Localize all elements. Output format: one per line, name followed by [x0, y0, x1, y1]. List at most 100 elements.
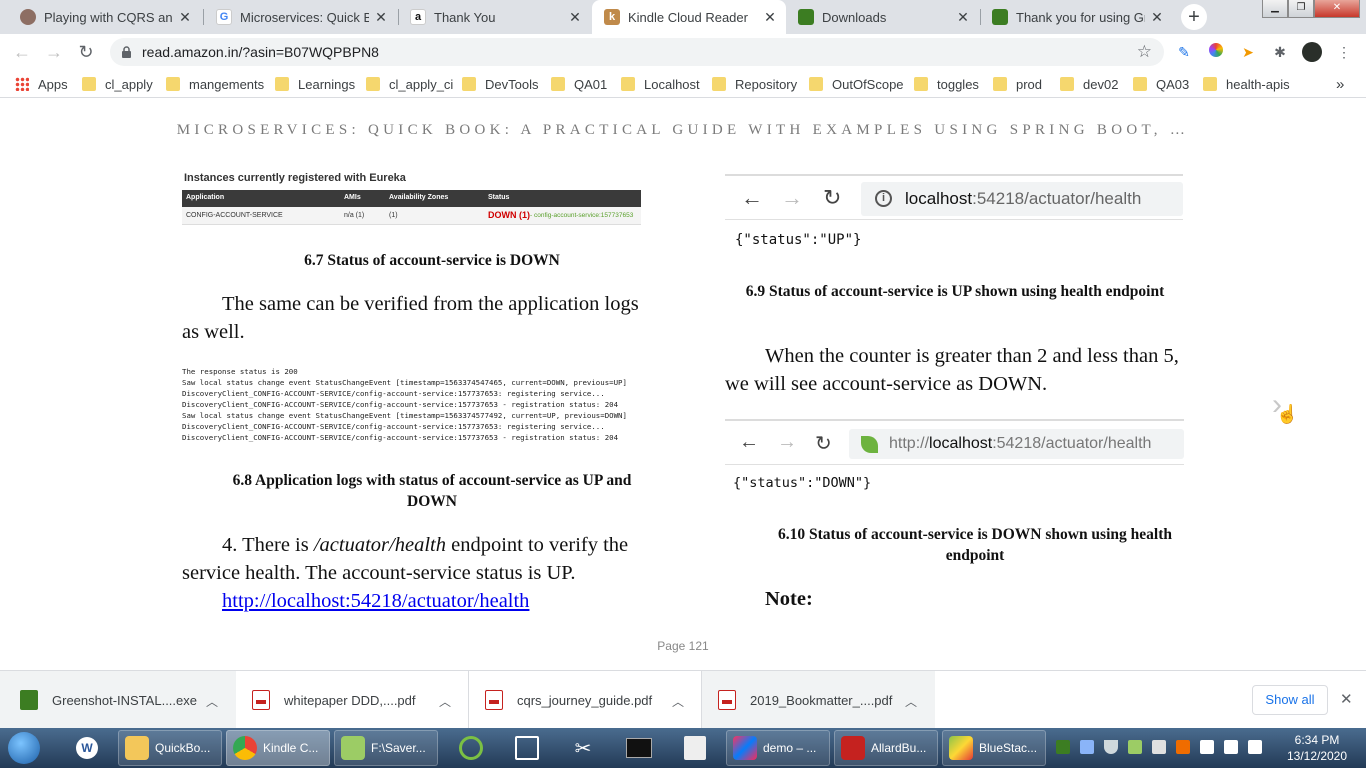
pen-extension-icon[interactable]: ✎ — [1174, 42, 1194, 62]
layers-tray-icon[interactable] — [1128, 740, 1142, 754]
close-icon[interactable]: ✕ — [1340, 690, 1353, 708]
tab-playing-with-cqrs[interactable]: Playing with CQRS and E ✕ — [8, 0, 201, 34]
bookmark-folder[interactable]: QA03 — [1133, 70, 1189, 98]
bookmark-folder[interactable]: prod — [993, 70, 1042, 98]
status-down-cell: DOWN (1) — [488, 210, 530, 220]
bookmark-folder[interactable]: cl_apply — [82, 70, 153, 98]
system-clock[interactable]: 6:34 PM 13/12/2020 — [1274, 732, 1360, 764]
url-host: localhost — [929, 435, 993, 452]
bookmark-label: Localhost — [644, 76, 700, 92]
log-line: DiscoveryClient_CONFIG-ACCOUNT-SERVICE/c… — [182, 433, 619, 442]
bookmark-folder[interactable]: OutOfScope — [809, 70, 904, 98]
health-endpoint-link[interactable]: http://localhost:54218/actuator/health — [222, 590, 529, 612]
forward-button[interactable]: → — [42, 40, 66, 64]
tab-title: Microservices: Quick Boo — [240, 9, 369, 25]
taskbar-item[interactable]: Kindle C... — [226, 730, 330, 766]
close-icon[interactable]: ✕ — [567, 9, 583, 26]
download-item[interactable]: whitepaper DDD,....pdf ︿ — [236, 671, 469, 729]
display-tray-icon[interactable] — [1224, 740, 1238, 754]
bookmark-folder[interactable]: toggles — [914, 70, 979, 98]
start-button[interactable] — [4, 730, 44, 766]
bookmark-apps[interactable]: Apps — [15, 70, 68, 98]
taskbar-label: AllardBu... — [871, 741, 927, 755]
show-all-button[interactable]: Show all — [1252, 685, 1328, 715]
bookmark-folder[interactable]: dev02 — [1060, 70, 1118, 98]
log-line: DiscoveryClient_CONFIG-ACCOUNT-SERVICE/c… — [182, 400, 619, 409]
taskbar-item[interactable]: demo – ... — [726, 730, 830, 766]
flag-icon[interactable] — [1200, 740, 1214, 754]
paragraph-text: When the counter is greater than 2 and l… — [725, 345, 1179, 395]
bookmark-folder[interactable]: Learnings — [275, 70, 355, 98]
new-tab-button[interactable]: + — [1181, 4, 1207, 30]
volume-mute-icon[interactable] — [1176, 740, 1190, 754]
minimize-button[interactable]: ▁ — [1262, 0, 1288, 18]
close-icon[interactable]: ✕ — [955, 9, 971, 26]
close-icon[interactable]: ✕ — [1149, 9, 1165, 26]
taskbar-item[interactable]: F:\Saver... — [334, 730, 438, 766]
download-name: cqrs_journey_guide.pdf — [517, 692, 653, 708]
color-wheel-extension-icon[interactable] — [1206, 42, 1226, 62]
pinned-app[interactable]: ✂ — [566, 730, 600, 766]
reload-icon: ↻ — [823, 185, 842, 210]
taskbar-label: Kindle C... — [263, 741, 319, 755]
taskbar-item[interactable]: QuickBo... — [118, 730, 222, 766]
back-arrow-icon: ← — [741, 185, 763, 210]
pinned-app[interactable] — [454, 730, 488, 766]
reload-button[interactable]: ↻ — [74, 40, 98, 64]
address-bar[interactable]: read.amazon.in/?asin=B07WQPBPN8 ☆ — [110, 38, 1164, 66]
paragraph-actuator: 4. There is /actuator/health endpoint to… — [182, 531, 652, 587]
eureka-figure: Instances currently registered with Eure… — [182, 170, 641, 228]
tab-thank-you[interactable]: a Thank You ✕ — [398, 0, 591, 34]
close-icon[interactable]: ✕ — [177, 9, 193, 26]
close-icon[interactable]: ✕ — [762, 9, 778, 26]
bookmark-folder[interactable]: Localhost — [621, 70, 700, 98]
shield-icon[interactable] — [1104, 740, 1118, 754]
close-window-button[interactable]: ✕ — [1314, 0, 1360, 18]
forward-arrow-icon: → — [781, 185, 803, 210]
taskbar-item[interactable]: AllardBu... — [834, 730, 938, 766]
command-prompt-icon — [626, 738, 652, 758]
tab-downloads[interactable]: Downloads ✕ — [786, 0, 979, 34]
bookmark-folder[interactable]: DevTools — [462, 70, 538, 98]
bookmark-folder[interactable]: mangements — [166, 70, 264, 98]
chevron-up-icon[interactable]: ︿ — [672, 693, 684, 710]
chevron-up-icon[interactable]: ︿ — [206, 693, 218, 710]
download-item[interactable]: 2019_Bookmatter_....pdf ︿ — [702, 671, 935, 729]
pdf-icon — [841, 736, 865, 760]
bookmark-label: Repository — [735, 76, 798, 92]
profile-avatar-icon[interactable] — [1302, 42, 1322, 62]
menu-icon[interactable]: ⋮ — [1334, 42, 1354, 62]
maximize-button[interactable]: ❐ — [1288, 0, 1314, 18]
bookmark-label: cl_apply — [105, 76, 153, 92]
download-item[interactable]: Greenshot-INSTAL....exe ︿ — [0, 671, 236, 729]
pinned-app[interactable] — [622, 730, 656, 766]
greenshot-tray-icon[interactable] — [1056, 740, 1070, 754]
back-button[interactable]: ← — [10, 40, 34, 64]
bookmark-folder[interactable]: Repository — [712, 70, 797, 98]
close-icon[interactable]: ✕ — [373, 9, 389, 26]
arrow-extension-icon[interactable]: ➤ — [1238, 42, 1258, 62]
book-title: MICROSERVICES: QUICK BOOK: A PRACTICAL G… — [176, 122, 1190, 138]
pinned-app[interactable]: W — [70, 730, 104, 766]
bookmark-label: DevTools — [485, 76, 539, 92]
volume-icon[interactable] — [1248, 740, 1262, 754]
extensions-puzzle-icon[interactable]: ✱ — [1270, 42, 1290, 62]
more-bookmarks-chevron-icon[interactable]: » — [1336, 70, 1344, 98]
chevron-up-icon[interactable]: ︿ — [439, 693, 451, 710]
tab-kindle-cloud-reader[interactable]: k Kindle Cloud Reader ✕ — [592, 0, 786, 34]
health-link-line: http://localhost:54218/actuator/health — [222, 587, 529, 615]
tab-microservices-google[interactable]: G Microservices: Quick Boo ✕ — [204, 0, 397, 34]
taskbar-item[interactable]: BlueStac... — [942, 730, 1046, 766]
chevron-up-icon[interactable]: ︿ — [905, 693, 917, 710]
pinned-app[interactable] — [510, 730, 544, 766]
star-icon[interactable]: ☆ — [1137, 42, 1152, 62]
bookmark-folder[interactable]: QA01 — [551, 70, 607, 98]
network-tray-icon[interactable] — [1080, 740, 1094, 754]
bookmark-folder[interactable]: cl_apply_ci — [366, 70, 453, 98]
chart-tray-icon[interactable] — [1152, 740, 1166, 754]
log-line: DiscoveryClient_CONFIG-ACCOUNT-SERVICE/c… — [182, 389, 605, 398]
tab-greenshot-thank-you[interactable]: Thank you for using Gre ✕ — [980, 0, 1173, 34]
pinned-app[interactable] — [678, 730, 712, 766]
download-item[interactable]: cqrs_journey_guide.pdf ︿ — [469, 671, 702, 729]
bookmark-folder[interactable]: health-apis — [1203, 70, 1290, 98]
